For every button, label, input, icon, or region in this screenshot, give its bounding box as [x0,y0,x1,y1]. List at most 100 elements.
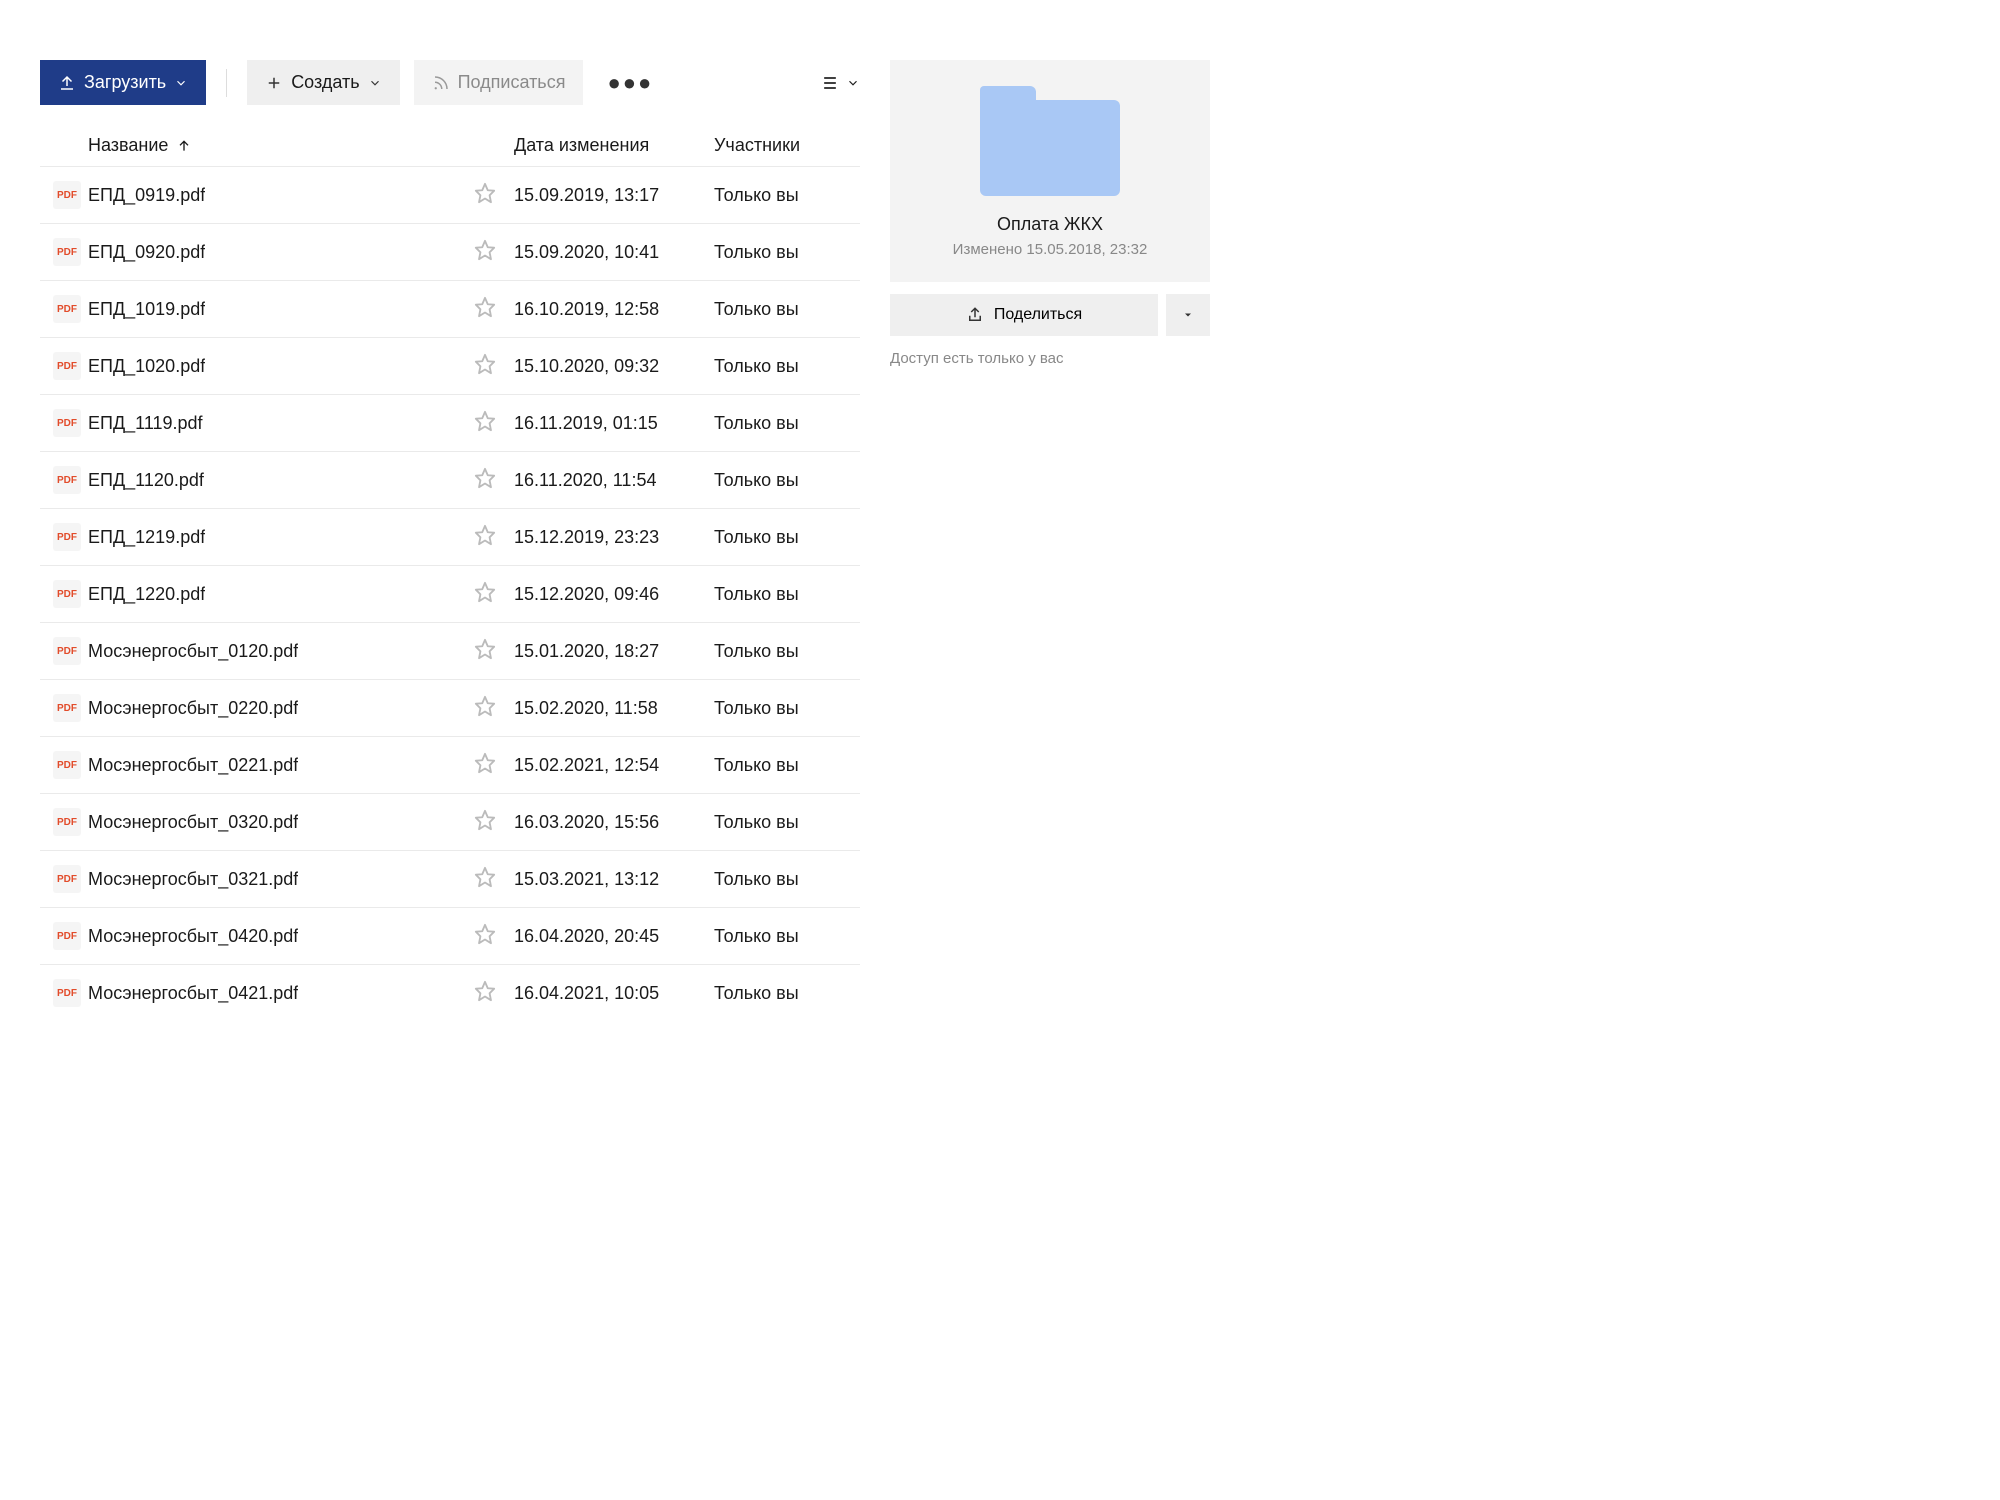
file-participants: Только вы [714,983,854,1004]
file-name: ЕПД_0920.pdf [88,242,205,263]
arrow-up-icon [176,138,192,154]
share-label: Поделиться [994,306,1082,324]
file-participants: Только вы [714,356,854,377]
share-more-button[interactable] [1166,294,1210,336]
share-icon [966,306,984,324]
file-list: PDFЕПД_0919.pdf15.09.2019, 13:17Только в… [40,166,860,1021]
star-icon[interactable] [474,245,496,265]
column-name-label: Название [88,135,168,156]
more-horizontal-icon: ●●● [607,70,653,96]
file-name: ЕПД_0919.pdf [88,185,205,206]
file-participants: Только вы [714,299,854,320]
pdf-icon: PDF [53,580,81,608]
table-row[interactable]: PDFМосэнергосбыт_0421.pdf16.04.2021, 10:… [40,964,860,1021]
table-row[interactable]: PDFЕПД_1019.pdf16.10.2019, 12:58Только в… [40,280,860,337]
star-icon[interactable] [474,815,496,835]
table-row[interactable]: PDFМосэнергосбыт_0221.pdf15.02.2021, 12:… [40,736,860,793]
subscribe-button[interactable]: Подписаться [414,60,584,105]
file-participants: Только вы [714,926,854,947]
create-label: Создать [291,72,359,93]
star-icon[interactable] [474,644,496,664]
file-participants: Только вы [714,584,854,605]
pdf-icon: PDF [53,922,81,950]
table-row[interactable]: PDFЕПД_1219.pdf15.12.2019, 23:23Только в… [40,508,860,565]
file-date: 15.02.2021, 12:54 [514,755,714,776]
column-header-date[interactable]: Дата изменения [514,135,714,156]
pdf-icon: PDF [53,466,81,494]
file-name: Мосэнергосбыт_0221.pdf [88,755,298,776]
table-row[interactable]: PDFЕПД_1020.pdf15.10.2020, 09:32Только в… [40,337,860,394]
table-row[interactable]: PDF Мосэнергосбыт_0220.pdf 15.02.2020, 11:… [40,679,860,736]
file-participants: Только вы [714,869,854,890]
file-name: ЕПД_1019.pdf [88,299,205,320]
file-name: ЕПД_1119.pdf [88,413,203,434]
star-icon[interactable] [474,416,496,436]
table-row[interactable]: PDF ЕПД_1119.pdf 16.11.2019, 01:15Только в… [40,394,860,451]
more-actions-button[interactable]: ●●● [597,62,663,104]
file-participants: Только вы [714,812,854,833]
star-icon[interactable] [474,929,496,949]
view-mode-toggle[interactable] [820,73,860,93]
toolbar: Загрузить Создать Подписаться [40,60,860,105]
toolbar-divider [226,69,227,97]
table-row[interactable]: PDFМосэнергосбыт_0321.pdf15.03.2021, 13:… [40,850,860,907]
access-note: Доступ есть только у вас [890,350,1210,367]
table-row[interactable]: PDF Мосэнергосбыт_0320.pdf 16.03.2020, 15:… [40,793,860,850]
file-name: Мосэнергосбыт_0220.pdf [88,698,298,719]
file-date: 15.03.2021, 13:12 [514,869,714,890]
star-icon[interactable] [474,758,496,778]
upload-icon [58,74,76,92]
file-date: 16.03.2020, 15:56 [514,812,714,833]
file-date: 15.09.2020, 10:41 [514,242,714,263]
star-icon[interactable] [474,473,496,493]
column-header-name[interactable]: Название [88,135,474,156]
subscribe-label: Подписаться [458,72,566,93]
file-participants: Только вы [714,413,854,434]
pdf-icon: PDF [53,409,81,437]
folder-icon [980,86,1120,196]
star-icon[interactable] [474,701,496,721]
column-header-participants[interactable]: Участники [714,135,854,156]
file-participants: Только вы [714,641,854,662]
file-name: Мосэнергосбыт_0320.pdf [88,812,298,833]
table-row[interactable]: PDFЕПД_0919.pdf15.09.2019, 13:17Только в… [40,166,860,223]
upload-label: Загрузить [84,72,166,93]
upload-button[interactable]: Загрузить [40,60,206,105]
file-date: 15.10.2020, 09:32 [514,356,714,377]
file-name: ЕПД_1020.pdf [88,356,205,377]
table-row[interactable]: PDFЕПД_0920.pdf15.09.2020, 10:41Только в… [40,223,860,280]
chevron-down-icon [174,76,188,90]
create-button[interactable]: Создать [247,60,399,105]
table-row[interactable]: PDFЕПД_1120.pdf16.11.2020, 11:54Только в… [40,451,860,508]
star-icon[interactable] [474,302,496,322]
file-name: ЕПД_1120.pdf [88,470,204,491]
plus-icon [265,74,283,92]
star-icon[interactable] [474,587,496,607]
star-icon[interactable] [474,530,496,550]
pdf-icon: PDF [53,979,81,1007]
file-name: Мосэнергосбыт_0321.pdf [88,869,298,890]
star-icon[interactable] [474,359,496,379]
file-date: 15.01.2020, 18:27 [514,641,714,662]
pdf-icon: PDF [53,808,81,836]
folder-modified: Изменено 15.05.2018, 23:32 [910,241,1190,258]
file-date: 16.11.2019, 01:15 [514,413,714,434]
star-icon[interactable] [474,986,496,1006]
star-icon[interactable] [474,188,496,208]
star-icon[interactable] [474,872,496,892]
chevron-down-icon [368,76,382,90]
share-row: Поделиться [890,294,1210,336]
share-button[interactable]: Поделиться [890,294,1158,336]
pdf-icon: PDF [53,694,81,722]
table-row[interactable]: PDFМосэнергосбыт_0420.pdf16.04.2020, 20:… [40,907,860,964]
pdf-icon: PDF [53,295,81,323]
main-panel: Загрузить Создать Подписаться [40,60,860,1021]
table-row[interactable]: PDF ЕПД_1220.pdf 15.12.2020, 09:46Только в… [40,565,860,622]
file-name: Мосэнергосбыт_0421.pdf [88,983,298,1004]
table-row[interactable]: PDFМосэнергосбыт_0120.pdf15.01.2020, 18:… [40,622,860,679]
file-date: 15.12.2020, 09:46 [514,584,714,605]
file-name: ЕПД_1220.pdf [88,584,205,605]
file-name: ЕПД_1219.pdf [88,527,205,548]
file-date: 15.02.2020, 11:58 [514,698,714,719]
file-participants: Только вы [714,242,854,263]
